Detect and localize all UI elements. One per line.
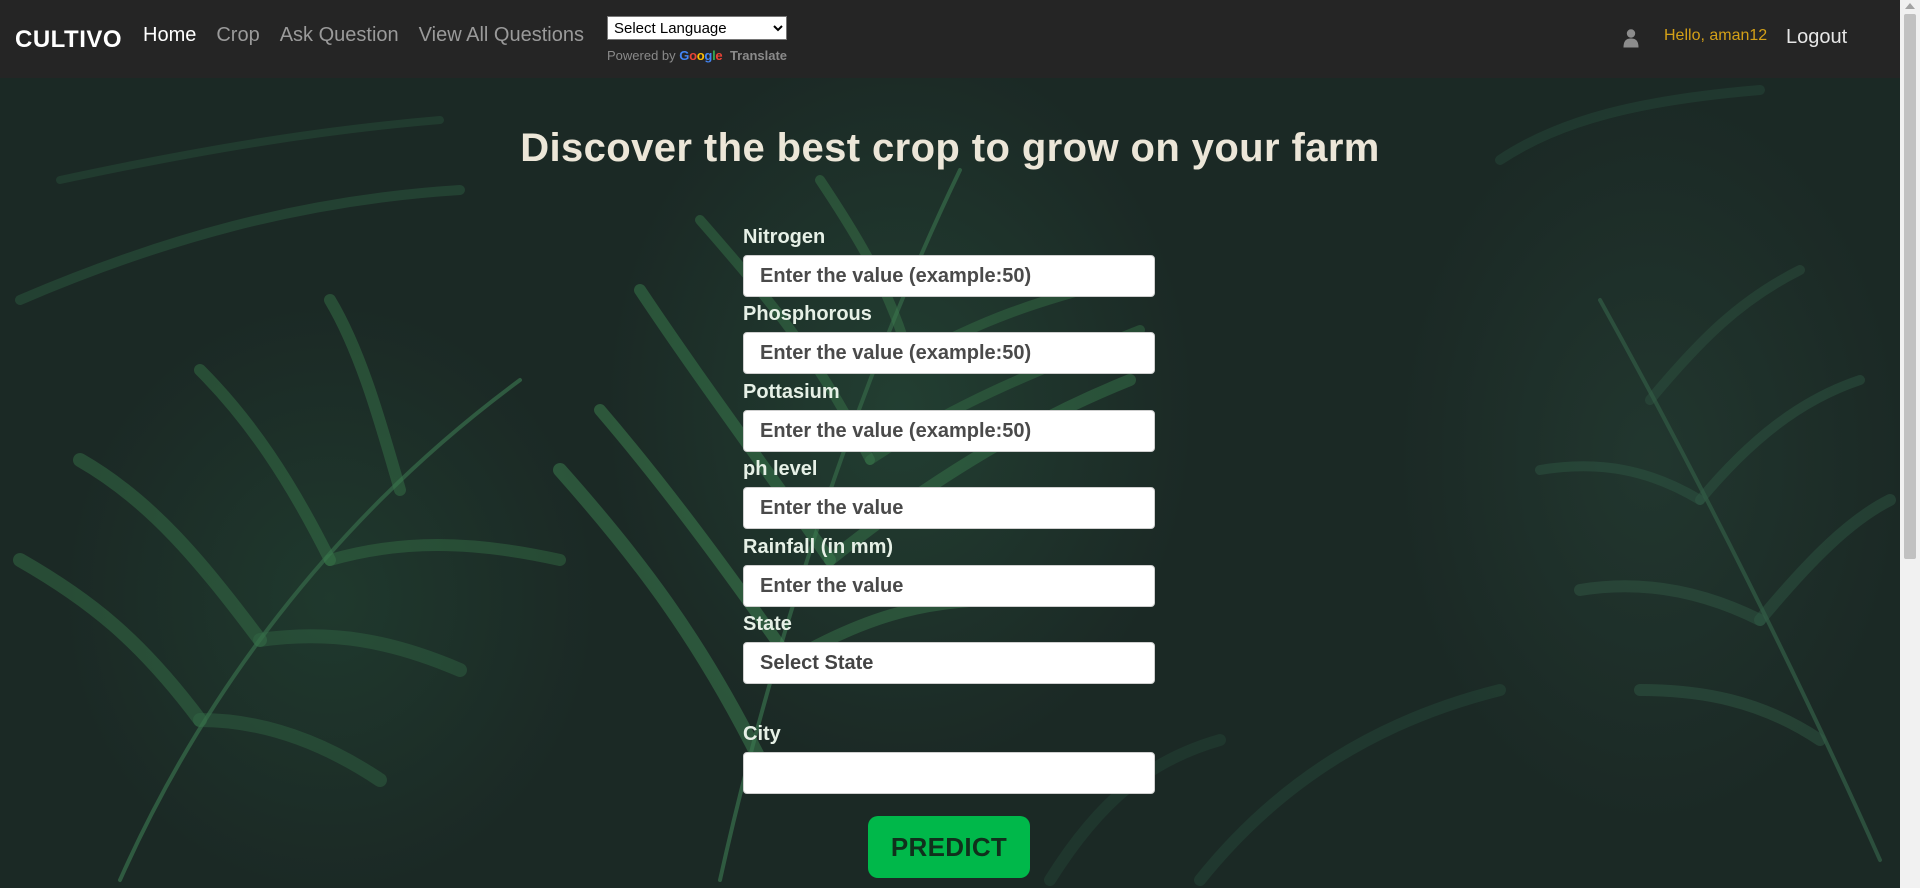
nav-link-ask-question[interactable]: Ask Question [280,24,399,47]
google-logo: Google [679,48,723,63]
state-select[interactable]: Select State [743,642,1155,684]
pottasium-label: Pottasium [743,381,840,403]
language-select[interactable]: Select Language [607,16,787,40]
scroll-up-arrow-icon[interactable] [1905,3,1915,9]
nav-link-home[interactable]: Home [143,24,196,47]
city-label: City [743,723,781,745]
nav-link-crop[interactable]: Crop [216,24,259,47]
powered-by-google: Powered by Google Translate [607,48,787,63]
rainfall-label: Rainfall (in mm) [743,536,894,558]
city-input[interactable] [743,752,1155,794]
ph-level-label: ph level [743,458,818,480]
nav-link-view-all-questions[interactable]: View All Questions [419,24,584,47]
predict-button[interactable]: PREDICT [868,816,1030,878]
brand-logo[interactable]: CULTIVO [15,26,122,54]
pottasium-input[interactable] [743,410,1155,452]
nitrogen-label: Nitrogen [743,226,826,248]
ph-level-input[interactable] [743,487,1155,529]
powered-by-text: Powered by [607,48,676,63]
translate-link[interactable]: Translate [730,48,787,63]
rainfall-input[interactable] [743,565,1155,607]
scrollbar-thumb[interactable] [1904,14,1916,559]
nav-links: Home Crop Ask Question View All Question… [143,24,604,47]
page-title: Discover the best crop to grow on your f… [520,126,1380,170]
page-scrollbar[interactable] [1900,0,1920,888]
user-greeting: Hello, aman12 [1664,27,1768,44]
phosphorous-label: Phosphorous [743,303,872,325]
navbar: CULTIVO Home Crop Ask Question View All … [0,0,1900,78]
state-label: State [743,613,792,635]
logout-link[interactable]: Logout [1786,26,1847,49]
google-translate-widget: Select Language Powered by Google Transl… [607,16,787,63]
user-icon [1623,29,1639,48]
state-select-value: Select State [760,651,874,674]
phosphorous-input[interactable] [743,332,1155,374]
nitrogen-input[interactable] [743,255,1155,297]
